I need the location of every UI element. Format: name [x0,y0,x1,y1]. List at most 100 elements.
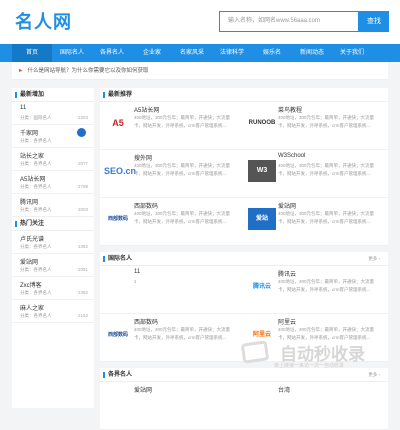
site-logo-image: 西部数码 [107,216,128,222]
site-icon [77,128,86,137]
site-card[interactable]: A5 A5站长网 400地址，300元包年；最简单，开通快；大流量卡，网站开发，外呼… [100,102,244,150]
sidebar-item[interactable]: 卢氏光谱 分类：各界名人 2392 [12,231,94,254]
site-card-name[interactable]: 爱站网 [134,385,152,394]
nav-item-about[interactable]: 关于我们 [332,44,372,62]
site-card-name[interactable]: 西部数码 [134,317,158,326]
featured-panel: 最新推荐 A5 A5站长网 400地址，300元包年；最简单，开通快；大流量卡，网站… [100,88,388,246]
sidebar-item-name[interactable]: 爱站网 [20,257,38,266]
sidebar-item-name[interactable]: 卢氏光谱 [20,234,44,243]
site-logo-image: 西部数码 [107,332,128,338]
sidebar-item-name[interactable]: 腾讯网 [20,197,38,206]
sidebar-item-name[interactable]: Zxc博客 [20,280,42,289]
intl-more-link[interactable]: 更多 › [368,256,380,262]
site-card-desc: 400地址，300元包年；最简单，开通快；大流量卡，网站开发，外呼系统，crm客… [134,211,231,224]
site-card[interactable]: SEO.cn 搜外网 400地址，300元包年；最简单，开通快；大流量卡，网站开发，… [100,150,244,198]
sidebar-item[interactable]: Zxc博客 分类：各界名人 2392 [12,277,94,300]
site-logo-image: A5 [112,118,124,128]
sidebar-item-category: 分类：各界名人 [20,138,52,143]
sidebar-item[interactable]: 麻人之家 分类：各界名人 2152 [12,300,94,323]
sidebar-item-category: 分类：各界名人 [20,161,52,166]
nav-item-law-science[interactable]: 法律科学 [212,44,252,62]
site-card[interactable]: 腾讯云 腾讯云 400地址，300元包年；最简单，开通快；大流量卡，网站开发，外呼系… [244,266,388,314]
site-card[interactable]: RUNOOB 菜鸟教程 400地址，300元包年；最简单，开通快；大流量卡，网站开发… [244,102,388,150]
sidebar-item-name[interactable]: 千家网 [20,128,38,137]
site-card[interactable]: W3 W3School 400地址，300元包年；最简单，开通快；大流量卡，网站开发… [244,150,388,198]
site-card-name[interactable]: 西部数码 [134,201,158,210]
intl-title: 国际名人 [100,252,388,266]
site-card-name[interactable]: A5站长网 [134,105,159,114]
sidebar-item-count: 2392 [77,290,88,295]
site-card[interactable]: 台湾 [244,382,388,430]
sidebar-item-count: 2799 [77,184,88,189]
sidebar-item[interactable]: 11 分类：国际名人 2203 [12,102,94,125]
site-card-name[interactable]: W3School [278,153,305,159]
site-logo-image: RUNOOB [248,120,276,126]
site-card-desc: 400地址，300元包年；最简单，开通快；大流量卡，网站开发，外呼系统，crm客… [278,211,375,224]
site-card[interactable]: 爱站 爱站网 400地址，300元包年；最简单，开通快；大流量卡，网站开发，外呼系统… [244,198,388,246]
sidebar-item-count: 2392 [77,244,88,249]
site-card[interactable]: 爱站网 [100,382,244,430]
sidebar-title-hot: 热门关注 [12,217,94,231]
sidebar-item-count: 2003 [77,207,88,212]
site-card[interactable]: 11 1 [100,266,244,314]
sidebar-item-category: 分类：各界名人 [20,290,52,295]
sidebar-item-count: 2077 [77,161,88,166]
sidebar-item-count: 2081 [77,267,88,272]
site-card-name[interactable]: 台湾 [278,385,290,394]
site-logo-image: SEO.cn [104,166,137,176]
notice-bar[interactable]: ► 什么是网站导航？为什么你需要它以及你如何获取 [12,62,388,80]
sidebar-title-latest: 最新增加 [12,88,94,102]
sidebar-item-count: 2203 [77,115,88,120]
site-card-desc: 400地址，300元包年；最简单，开通快；大流量卡，网站开发，外呼系统，crm客… [278,115,375,128]
site-card-name[interactable]: 爱站网 [278,201,296,210]
header: 名人网 输入名称，如网名www.56aaa.com 查找 [0,0,400,44]
sidebar-item-category: 分类：国际名人 [20,115,52,120]
sidebar-item[interactable]: 爱站网 分类：各界名人 2081 [12,254,94,277]
sidebar-item-category: 分类：各界名人 [20,244,52,249]
site-card-name[interactable]: 腾讯云 [278,269,296,278]
sidebar: 最新增加 11 分类：国际名人 2203 千家网 分类：各界名人 站长之家 分类：各界名… [12,88,94,408]
sidebar-item-category: 分类：各界名人 [20,267,52,272]
site-card-name[interactable]: 搜外网 [134,153,152,162]
sidebar-item-name[interactable]: 麻人之家 [20,303,44,312]
site-card-desc: 400地址，300元包年；最简单，开通快；大流量卡，网站开发，外呼系统，crm客… [134,115,231,128]
nav-item-style[interactable]: 名家风采 [172,44,212,62]
site-card-desc: 400地址，300元包年；最简单，开通快；大流量卡，网站开发，外呼系统，crm客… [134,327,231,340]
site-card[interactable]: 西部数码 西部数码 400地址，300元包年；最简单，开通快；大流量卡，网站开发，外… [100,198,244,246]
site-logo-image: 爱站 [248,208,276,230]
sidebar-item[interactable]: 腾讯网 分类：各界名人 2003 [12,194,94,217]
site-logo-image [104,276,132,298]
watermark-subtitle: 做上链接一来访一次一自动收录 [274,363,345,369]
main-nav: 首页 国际名人 各界名人 企业家 名家风采 法律科学 娱乐名 新闻动态 关于我们 [0,44,400,62]
site-card[interactable]: 西部数码 西部数码 400地址，300元包年；最简单，开通快；大流量卡，网站开发，外… [100,314,244,362]
site-card-desc: 400地址，300元包年；最简单，开通快；大流量卡，网站开发，外呼系统，crm客… [278,279,375,292]
notice-icon: ► [18,68,24,74]
sidebar-item[interactable]: A5站长网 分类：各界名人 2799 [12,171,94,194]
search-input[interactable]: 输入名称，如网名www.56aaa.com [219,11,359,32]
sidebar-item-name[interactable]: A5站长网 [20,174,45,183]
nav-item-home[interactable]: 首页 [12,44,52,62]
site-logo-image: W3 [248,160,276,182]
sidebar-item-category: 分类：各界名人 [20,184,52,189]
nav-item-international[interactable]: 国际名人 [52,44,92,62]
site-card-desc: 400地址，300元包年；最简单，开通快；大流量卡，网站开发，外呼系统，crm客… [134,163,231,176]
sidebar-item-name[interactable]: 站长之家 [20,151,44,160]
site-card-desc: 400地址，300元包年；最简单，开通快；大流量卡，网站开发，外呼系统，crm客… [278,163,375,176]
notice-text[interactable]: 什么是网站导航？为什么你需要它以及你如何获取 [27,68,148,74]
sidebar-item-category: 分类：各界名人 [20,207,52,212]
site-logo[interactable]: 名人网 [15,8,72,34]
sidebar-item-name[interactable]: 11 [20,105,26,111]
watermark: 自动秒收录 做上链接一来访一次一自动收录 [232,340,382,380]
sidebar-item[interactable]: 千家网 分类：各界名人 [12,125,94,148]
sidebar-item-count: 2152 [77,313,88,318]
nav-item-entrepreneurs[interactable]: 企业家 [132,44,172,62]
sidebar-item[interactable]: 站长之家 分类：各界名人 2077 [12,148,94,171]
site-card-name[interactable]: 11 [134,269,140,275]
site-card-desc: 1 [134,279,137,284]
site-card-name[interactable]: 阿里云 [278,317,296,326]
nav-item-entertainment[interactable]: 娱乐名 [252,44,292,62]
nav-item-news[interactable]: 新闻动态 [292,44,332,62]
site-card-name[interactable]: 菜鸟教程 [278,105,302,114]
search-button[interactable]: 查找 [359,11,389,32]
nav-item-all-sectors[interactable]: 各界名人 [92,44,132,62]
